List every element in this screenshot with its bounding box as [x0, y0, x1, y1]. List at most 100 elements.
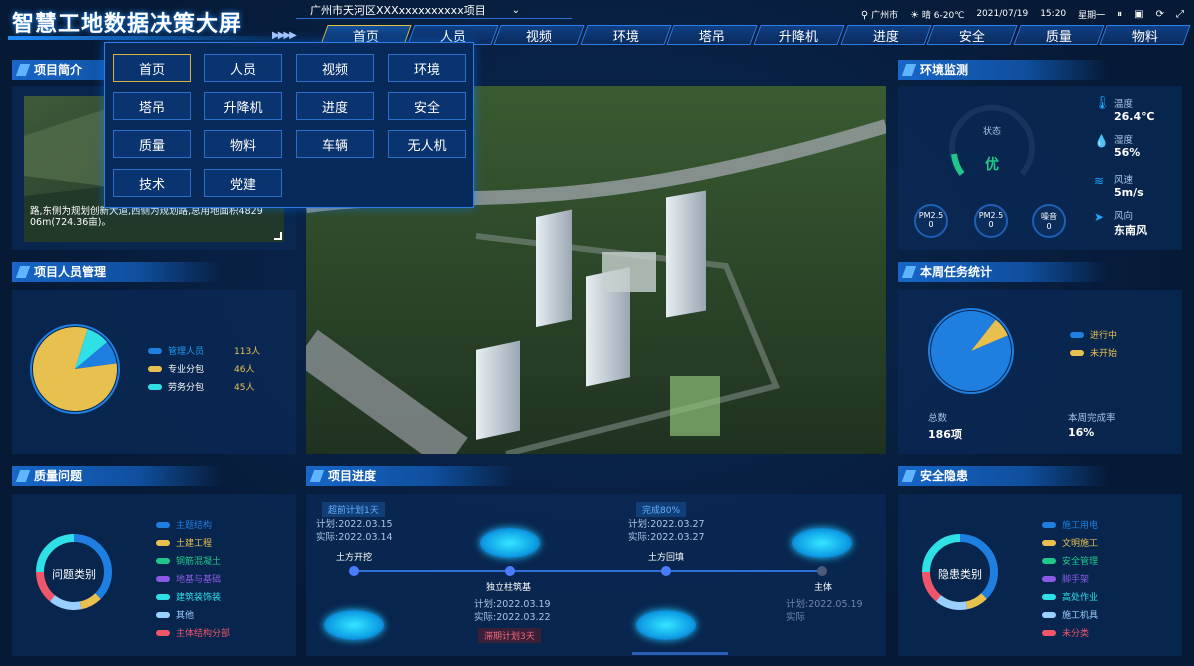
sun-icon: ☀ [910, 9, 920, 21]
safety-legend-label: 高处作业 [1062, 593, 1099, 603]
legend-swatch [156, 593, 170, 600]
weekly-rate-value: 16% [1068, 426, 1095, 439]
quality-legend-label: 土建工程 [176, 539, 213, 549]
environment-panel: 状态 优 🌡 温度 26.4℃ 💧 湿度 56% ≋ 风速 5m/s ➤ 风向 … [898, 86, 1182, 250]
safety-legend-row: 未分类 [1042, 626, 1089, 639]
legend-swatch [156, 539, 170, 546]
menu-item-party[interactable]: 党建 [204, 169, 282, 197]
safety-legend-row: 安全管理 [1042, 554, 1098, 567]
metric-noise: 噪音 0 [1032, 204, 1066, 238]
progress-bubble [324, 610, 384, 640]
weekly-total-label: 总数 [928, 413, 948, 424]
legend-swatch [156, 575, 170, 582]
refresh-icon[interactable]: ⟳ [1156, 9, 1164, 20]
safety-legend-label: 未分类 [1062, 629, 1090, 639]
progress-badge-done: 完成80% [636, 502, 687, 517]
nav-dropdown-menu: 首页 人员 视频 环境 塔吊 升降机 进度 安全 质量 物料 车辆 无人机 技术… [104, 42, 474, 208]
legend-swatch [1042, 629, 1056, 636]
timeline-node [349, 566, 359, 576]
menu-item-drone[interactable]: 无人机 [388, 130, 466, 158]
progress-node-2-name: 独立柱筑基 [486, 583, 532, 593]
tab-progress[interactable]: 进度 [839, 25, 932, 45]
safety-legend-row: 高处作业 [1042, 590, 1098, 603]
weekday-text: 星期一 [1078, 10, 1106, 21]
progress-bubble [636, 610, 696, 640]
pause-icon[interactable]: ⏸ [1117, 9, 1122, 20]
progress-node-3-dates: 计划:2022.03.27 实际:2022.03.27 [628, 519, 705, 543]
progress-node-3-name: 土方回填 [648, 553, 685, 563]
legend-swatch [1070, 349, 1084, 356]
project-select-value: 广州市天河区XXXxxxxxxxxxx项目 [310, 4, 486, 17]
time-text: 15:20 [1040, 9, 1067, 19]
quality-legend-row: 地基与基础 [156, 572, 221, 585]
direction-value: 东南风 [1114, 224, 1147, 237]
weekly-pie-chart [928, 308, 1014, 394]
quality-donut-center: 问题类别 [52, 568, 96, 581]
menu-item-elevator[interactable]: 升降机 [204, 92, 282, 120]
legend-swatch [148, 365, 162, 372]
progress-node-4-dates: 计划:2022.05.19 实际 [786, 599, 863, 623]
fullscreen-icon[interactable]: ⤢ [1176, 9, 1184, 20]
progress-node-1-name: 土方开挖 [336, 553, 373, 563]
personnel-legend-row: 管理人员 113人 [148, 344, 260, 357]
legend-swatch [1042, 521, 1056, 528]
menu-item-tower-crane[interactable]: 塔吊 [113, 92, 191, 120]
menu-item-vehicles[interactable]: 车辆 [296, 130, 374, 158]
environment-title: 环境监测 [898, 60, 1108, 80]
personnel-panel: 管理人员 113人 专业分包 46人 劳务分包 45人 [12, 290, 296, 454]
menu-item-video[interactable]: 视频 [296, 54, 374, 82]
message-icon[interactable]: ▣ [1134, 9, 1143, 20]
menu-item-safety[interactable]: 安全 [388, 92, 466, 120]
safety-title: 安全隐患 [898, 466, 1108, 486]
tab-quality[interactable]: 质量 [1013, 25, 1105, 45]
tab-safety[interactable]: 安全 [926, 25, 1018, 45]
legend-swatch [1042, 539, 1056, 546]
tab-tower-crane[interactable]: 塔吊 [666, 25, 759, 45]
legend-swatch [148, 347, 162, 354]
temp-label: 温度 [1114, 99, 1134, 110]
environment-status-gauge [949, 104, 1035, 176]
safety-donut-center: 隐患类别 [938, 568, 982, 581]
tab-elevator[interactable]: 升降机 [753, 25, 845, 45]
legend-swatch [156, 521, 170, 528]
personnel-title: 项目人员管理 [12, 262, 222, 282]
title-underline [8, 36, 288, 40]
safety-legend-row: 施工用电 [1042, 518, 1098, 531]
tab-environment[interactable]: 环境 [580, 25, 672, 45]
legend-swatch [156, 629, 170, 636]
menu-item-progress[interactable]: 进度 [296, 92, 374, 120]
tab-video[interactable]: 视频 [493, 25, 585, 45]
progress-scrollbar[interactable] [632, 652, 728, 655]
progress-badge-delay: 滞期计划3天 [478, 628, 541, 643]
quality-legend-row: 其他 [156, 608, 194, 621]
progress-node-1-dates: 计划:2022.03.15 实际:2022.03.14 [316, 519, 393, 543]
weekly-title: 本周任务统计 [898, 262, 1108, 282]
menu-item-home[interactable]: 首页 [113, 54, 191, 82]
progress-title: 项目进度 [306, 466, 516, 486]
quality-legend-label: 钢筋混凝土 [176, 557, 222, 567]
droplet-icon: 💧 [1094, 134, 1109, 148]
safety-legend-label: 施工机具 [1062, 611, 1099, 621]
quality-title: 质量问题 [12, 466, 222, 486]
location-info: ⚲ 广州市 [860, 9, 899, 21]
timeline-node [817, 566, 827, 576]
safety-legend-label: 安全管理 [1062, 557, 1099, 567]
quality-legend-label: 其他 [176, 611, 195, 621]
menu-item-personnel[interactable]: 人员 [204, 54, 282, 82]
timeline-node [661, 566, 671, 576]
personnel-legend-row: 劳务分包 45人 [148, 380, 254, 393]
quality-legend-label: 地基与基础 [176, 575, 222, 585]
menu-item-environment[interactable]: 环境 [388, 54, 466, 82]
menu-item-quality[interactable]: 质量 [113, 130, 191, 158]
environment-status-label: 状态 [982, 127, 1001, 137]
menu-item-technology[interactable]: 技术 [113, 169, 191, 197]
tab-materials[interactable]: 物料 [1099, 25, 1191, 45]
header: 智慧工地数据决策大屏 广州市天河区XXXxxxxxxxxxx项目 ⌄ ⚲ 广州市… [0, 0, 1194, 48]
weekly-panel: 进行中 未开始 总数 186项 本周完成率 16% [898, 290, 1182, 454]
menu-item-materials[interactable]: 物料 [204, 130, 282, 158]
direction-label: 风向 [1114, 211, 1134, 222]
progress-bubble [792, 528, 852, 558]
project-select[interactable]: 广州市天河区XXXxxxxxxxxxx项目 ⌄ [296, 2, 572, 19]
weekly-total-value: 186项 [928, 428, 962, 441]
weather-info: ☀ 晴 6-20℃ [910, 9, 965, 21]
